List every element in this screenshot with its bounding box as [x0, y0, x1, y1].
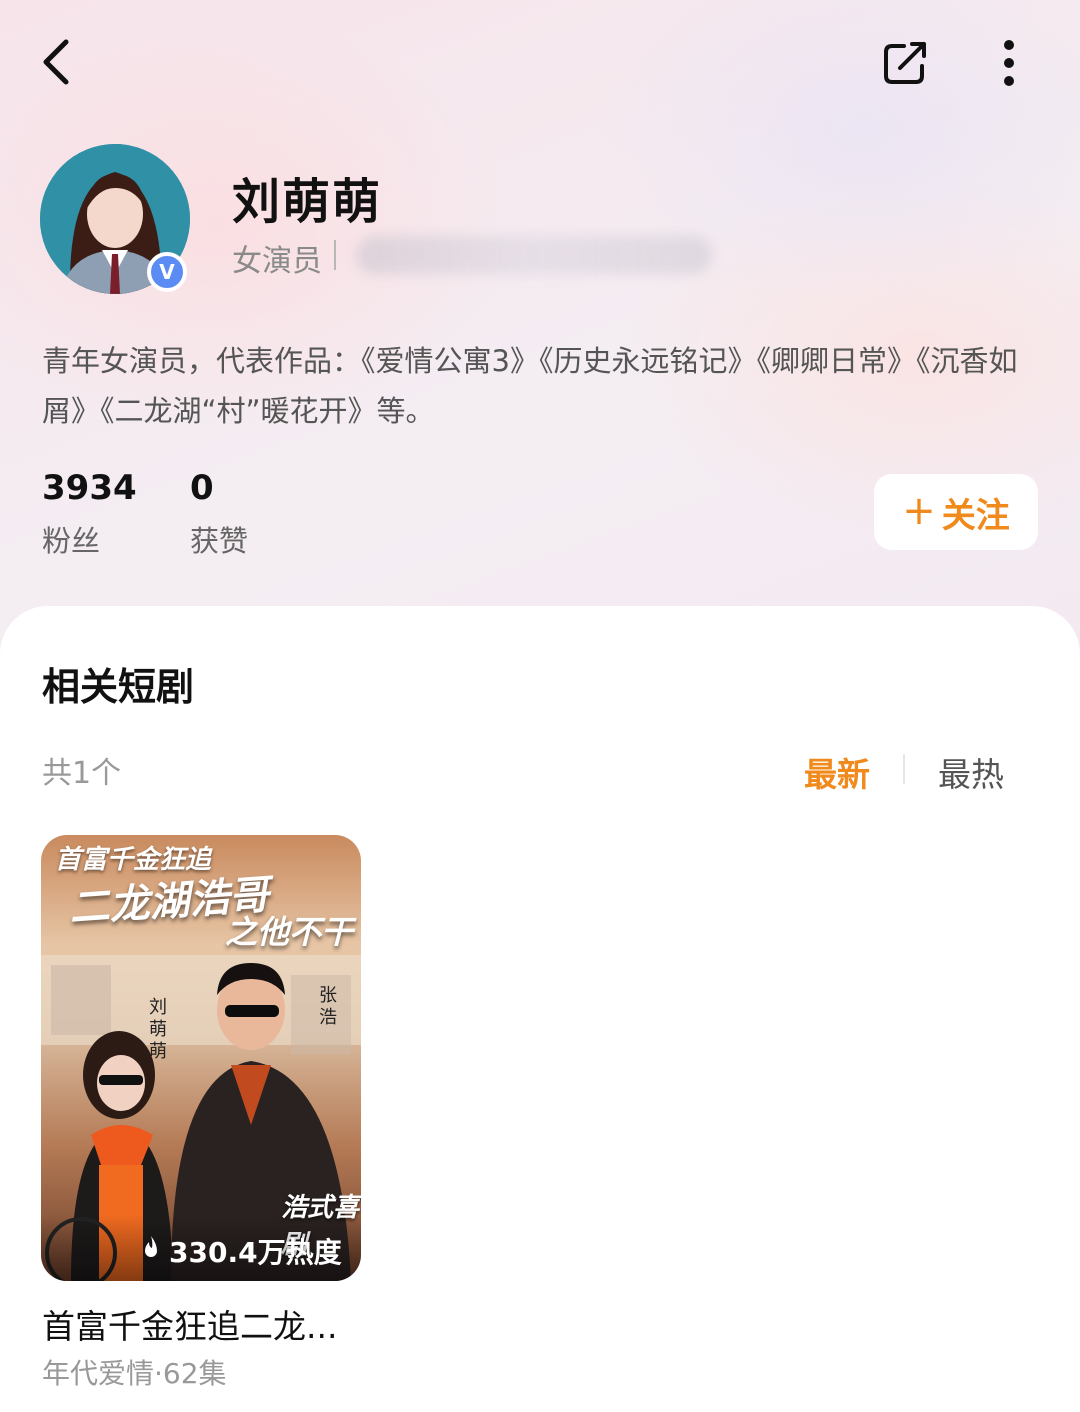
fans-label[interactable]: 粉丝	[42, 518, 100, 560]
poster-title-line3: 之他不干	[225, 913, 354, 951]
drama-poster[interactable]: 首富千金狂追 二龙湖浩哥 之他不干 刘萌萌 张浩 浩式喜剧 330.4万热度	[41, 835, 361, 1281]
profile-bio: 青年女演员，代表作品：《爱情公寓3》《历史永远铭记》《卿卿日常》《沉香如屑》《二…	[42, 344, 1018, 428]
heat-value: 330.4万热度	[169, 1236, 342, 1269]
share-button[interactable]	[882, 40, 930, 86]
blurred-info	[356, 236, 712, 274]
role-divider	[334, 240, 336, 270]
follow-button[interactable]: + 关注	[874, 474, 1038, 550]
poster-actor-name: 张浩	[319, 985, 337, 1028]
drama-meta: 年代爱情·62集	[42, 1357, 227, 1390]
profile-role: 女演员	[232, 244, 322, 279]
more-vertical-icon	[1004, 40, 1014, 86]
chevron-left-icon	[43, 39, 69, 85]
sort-hottest-tab[interactable]: 最热	[938, 748, 1004, 796]
section-title: 相关短剧	[42, 665, 195, 709]
share-icon	[884, 42, 926, 84]
follow-label: 关注	[941, 495, 1010, 536]
sort-latest-tab[interactable]: 最新	[804, 748, 870, 796]
likes-label: 获赞	[190, 524, 249, 558]
poster-actor-name: 刘萌萌	[149, 997, 167, 1062]
more-button[interactable]	[994, 38, 1024, 88]
sort-divider	[903, 754, 905, 784]
verified-mark: V	[159, 260, 175, 284]
back-button[interactable]	[38, 38, 78, 86]
flame-icon	[145, 1236, 157, 1257]
fans-count[interactable]: 3934	[42, 468, 137, 508]
likes-count: 0	[190, 468, 214, 508]
result-count: 共1个	[42, 756, 122, 791]
profile-name: 刘萌萌	[232, 174, 383, 230]
drama-title[interactable]: 首富千金狂追二龙...	[42, 1300, 337, 1348]
plus-icon: +	[902, 488, 936, 534]
verified-icon: V	[147, 252, 187, 292]
